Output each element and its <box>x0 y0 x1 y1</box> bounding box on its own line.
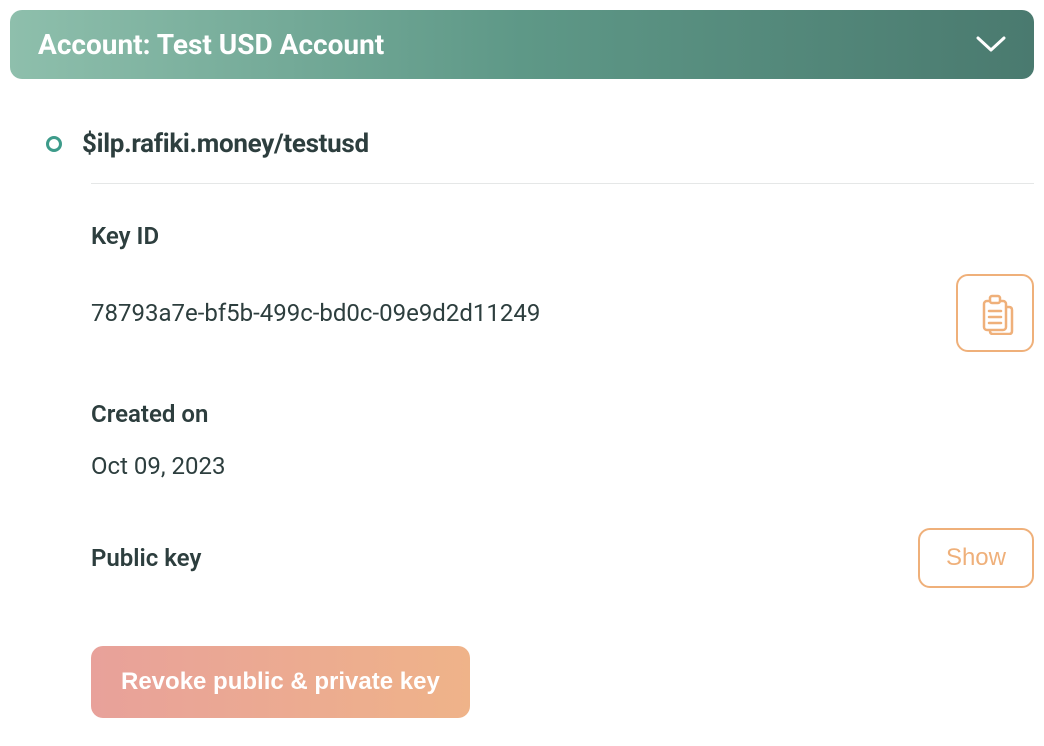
public-key-label: Public key <box>91 544 201 572</box>
key-id-block: Key ID 78793a7e-bf5b-499c-bd0c-09e9d2d11… <box>91 222 1034 352</box>
clipboard-icon <box>973 291 1017 335</box>
details-section: Key ID 78793a7e-bf5b-499c-bd0c-09e9d2d11… <box>91 222 1034 718</box>
copy-key-id-button[interactable] <box>956 274 1034 352</box>
public-key-row: Public key Show <box>91 528 1034 588</box>
key-id-row: 78793a7e-bf5b-499c-bd0c-09e9d2d11249 <box>91 274 1034 352</box>
divider <box>91 183 1034 184</box>
created-on-label: Created on <box>91 400 1034 428</box>
key-id-value: 78793a7e-bf5b-499c-bd0c-09e9d2d11249 <box>91 299 540 327</box>
chevron-down-icon <box>976 36 1006 54</box>
wallet-row: $ilp.rafiki.money/testusd <box>46 129 1034 159</box>
account-collapse-header[interactable]: Account: Test USD Account <box>10 10 1034 79</box>
revoke-key-button[interactable]: Revoke public & private key <box>91 646 470 718</box>
content-area: $ilp.rafiki.money/testusd Key ID 78793a7… <box>10 129 1034 718</box>
account-title: Account: Test USD Account <box>38 28 384 61</box>
created-on-block: Created on Oct 09, 2023 <box>91 400 1034 480</box>
status-indicator-icon <box>46 136 62 152</box>
show-public-key-button[interactable]: Show <box>918 528 1034 588</box>
wallet-address: $ilp.rafiki.money/testusd <box>82 129 369 159</box>
key-id-label: Key ID <box>91 222 1034 250</box>
created-on-value: Oct 09, 2023 <box>91 452 1034 480</box>
